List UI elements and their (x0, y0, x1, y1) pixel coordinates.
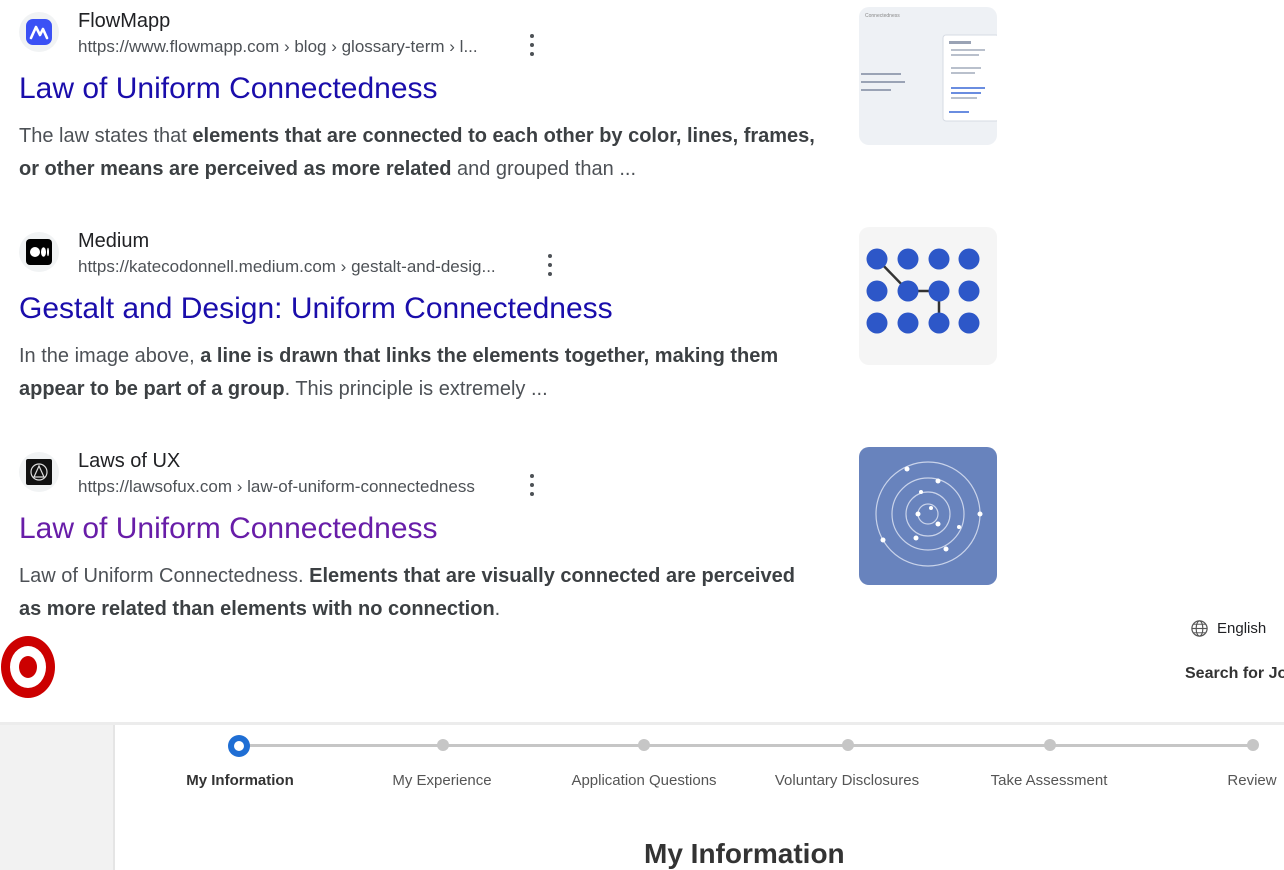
thumb-caption: Connectedness (865, 13, 900, 19)
target-logo-icon (0, 633, 59, 701)
step-indicator-application-questions[interactable] (638, 739, 650, 751)
more-options-icon[interactable] (541, 254, 559, 276)
step-label-application-questions[interactable]: Application Questions (571, 772, 716, 789)
step-indicator-take-assessment[interactable] (1044, 739, 1056, 751)
step-indicator-review[interactable] (1247, 739, 1259, 751)
page-title: My Information (644, 838, 845, 870)
result-snippet: Law of Uniform Connectedness. Elements t… (19, 560, 819, 626)
step-indicator-my-experience[interactable] (437, 739, 449, 751)
progress-track (240, 744, 1254, 747)
flowmapp-logo-icon (19, 12, 59, 52)
result-thumbnail[interactable] (859, 227, 997, 365)
site-url: https://lawsofux.com › law-of-uniform-co… (78, 477, 475, 497)
result-source[interactable]: FlowMapp https://www.flowmapp.com › blog… (19, 12, 819, 70)
search-result: FlowMapp https://www.flowmapp.com › blog… (19, 12, 819, 186)
step-label-voluntary-disclosures[interactable]: Voluntary Disclosures (775, 772, 919, 789)
step-label-my-information[interactable]: My Information (186, 772, 294, 789)
left-gutter (0, 725, 113, 870)
search-result: Medium https://katecodonnell.medium.com … (19, 232, 819, 406)
site-name: Medium (78, 230, 149, 253)
result-thumbnail[interactable]: Connectedness (859, 7, 997, 145)
language-selector[interactable]: English (1190, 619, 1266, 638)
section-divider (0, 722, 1284, 725)
result-snippet: In the image above, a line is drawn that… (19, 340, 819, 406)
step-indicator-voluntary-disclosures[interactable] (842, 739, 854, 751)
result-title-link[interactable]: Law of Uniform Connectedness (19, 69, 819, 109)
result-source[interactable]: Medium https://katecodonnell.medium.com … (19, 232, 819, 290)
step-label-review[interactable]: Review (1227, 772, 1276, 789)
site-url: https://katecodonnell.medium.com › gesta… (78, 257, 496, 277)
site-url: https://www.flowmapp.com › blog › glossa… (78, 37, 478, 57)
result-snippet: The law states that elements that are co… (19, 120, 819, 186)
search-result: Laws of UX https://lawsofux.com › law-of… (19, 452, 819, 626)
more-options-icon[interactable] (523, 34, 541, 56)
globe-icon (1190, 619, 1209, 638)
result-thumbnail[interactable] (859, 447, 997, 585)
search-for-jobs-link[interactable]: Search for Jo (1185, 665, 1284, 683)
site-name: FlowMapp (78, 10, 170, 33)
result-title-link[interactable]: Law of Uniform Connectedness (19, 509, 819, 549)
search-results-panel: FlowMapp https://www.flowmapp.com › blog… (0, 0, 1284, 722)
result-source[interactable]: Laws of UX https://lawsofux.com › law-of… (19, 452, 819, 510)
lawsofux-logo-icon (19, 452, 59, 492)
more-options-icon[interactable] (523, 474, 541, 496)
gutter-border (113, 725, 115, 870)
language-label: English (1217, 620, 1266, 637)
step-label-take-assessment[interactable]: Take Assessment (991, 772, 1108, 789)
step-indicator-my-information[interactable] (228, 735, 250, 757)
result-title-link[interactable]: Gestalt and Design: Uniform Connectednes… (19, 289, 819, 329)
step-label-my-experience[interactable]: My Experience (392, 772, 491, 789)
site-name: Laws of UX (78, 450, 180, 473)
medium-logo-icon (19, 232, 59, 272)
